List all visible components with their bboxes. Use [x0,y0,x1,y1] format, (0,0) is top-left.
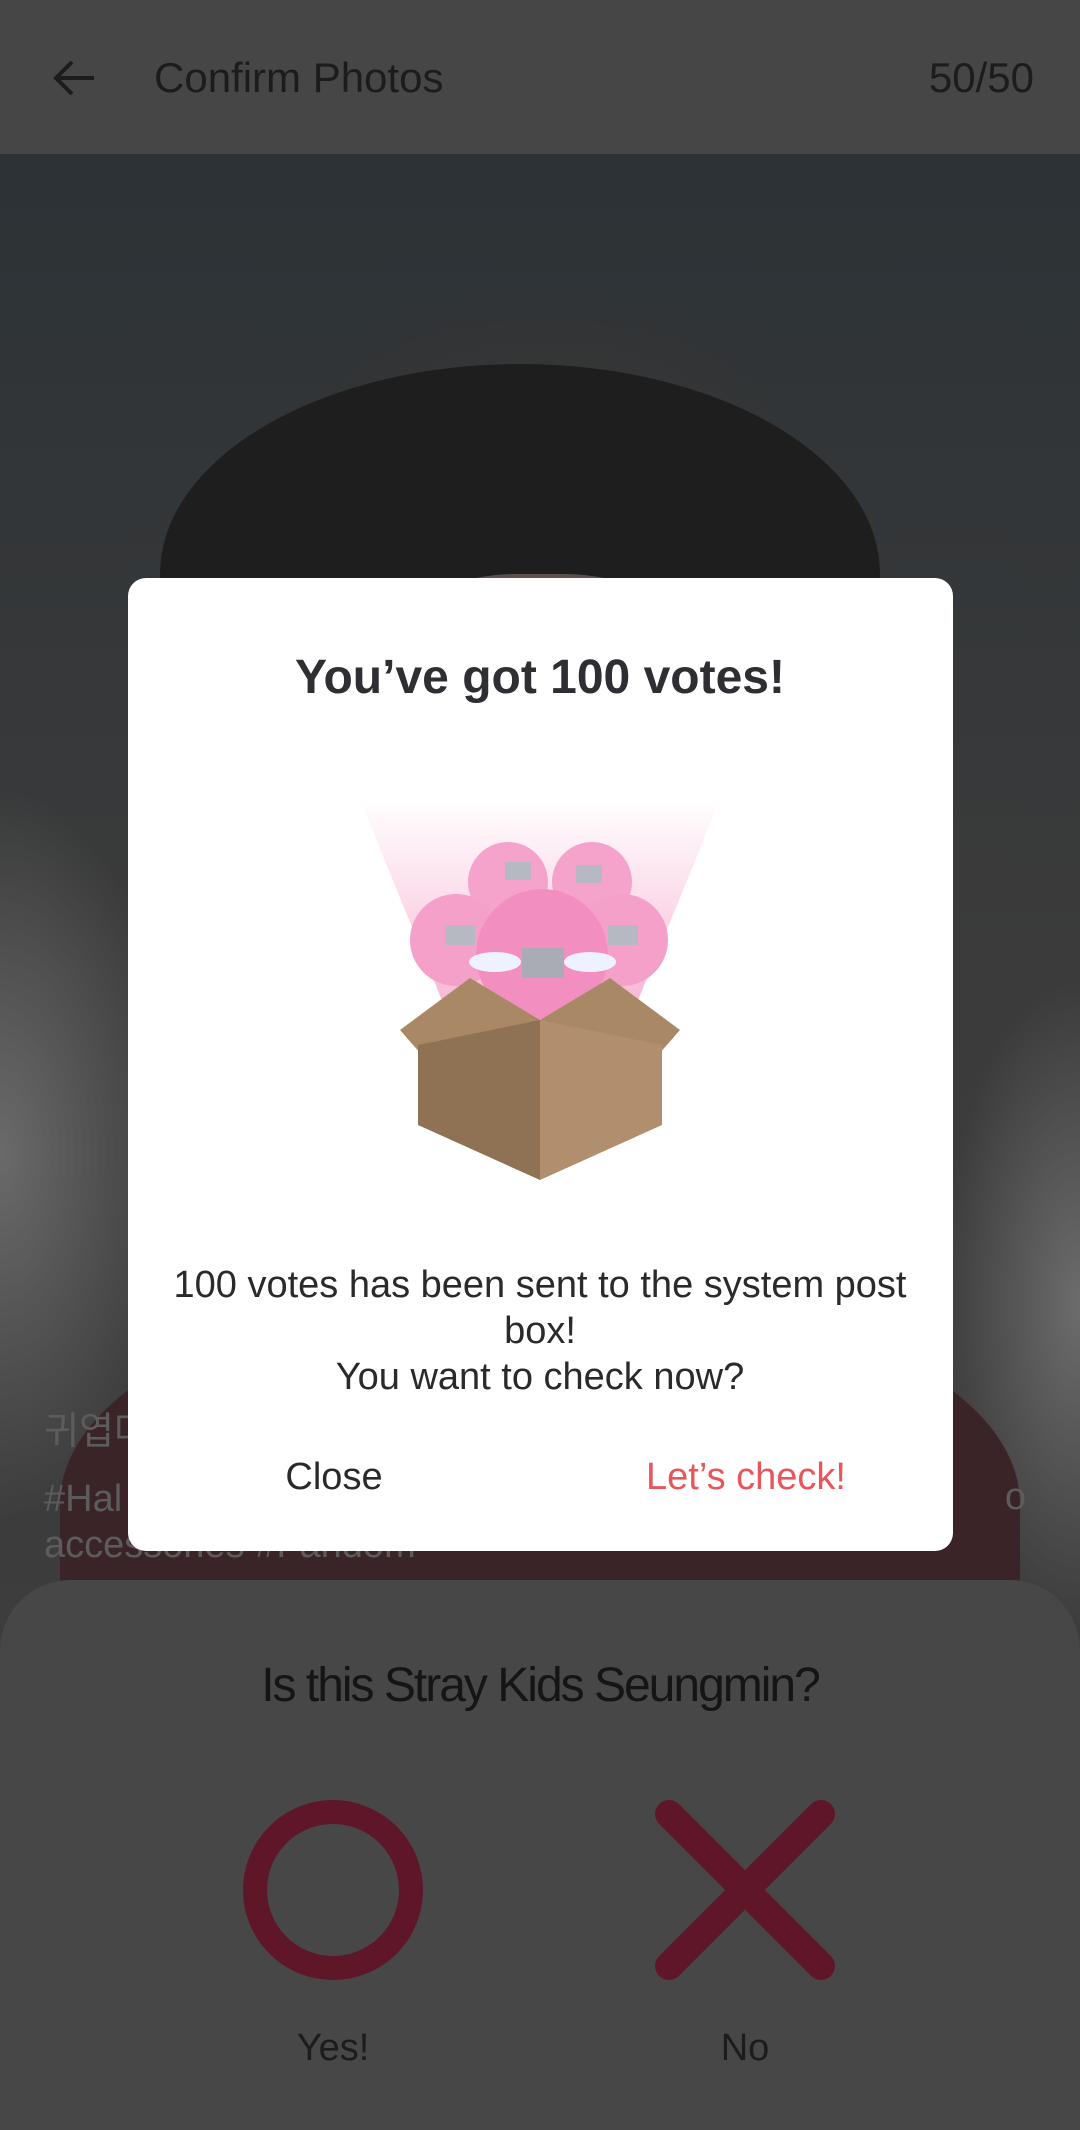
vote-box-illustration [360,800,720,1180]
dialog-message-line2: You want to check now? [335,1356,745,1398]
lets-check-button[interactable]: Let’s check! [616,1452,876,1502]
dialog-message: 100 votes has been sent to the system po… [150,1262,930,1400]
page-title: Confirm Photos [154,54,444,101]
photo-counter: 50/50 [928,54,1034,101]
app-bar: Confirm Photos 50/50 [0,0,1080,154]
no-cross-button[interactable] [655,1800,835,1980]
back-arrow-icon[interactable] [50,54,98,102]
dialog-title: You’ve got 100 votes! [295,651,785,704]
no-label: No [720,2027,770,2069]
dialog-message-line1: 100 votes has been sent to the system po… [173,1264,907,1352]
yes-circle-button[interactable] [243,1800,423,1980]
confirm-question: Is this Stray Kids Seungmin? [261,1659,821,1712]
close-button[interactable]: Close [234,1452,434,1502]
yes-label: Yes! [296,2027,370,2069]
photo-caption-tags-line1: #Hal [44,1478,123,1520]
photo-caption-tail: o [1004,1476,1026,1518]
